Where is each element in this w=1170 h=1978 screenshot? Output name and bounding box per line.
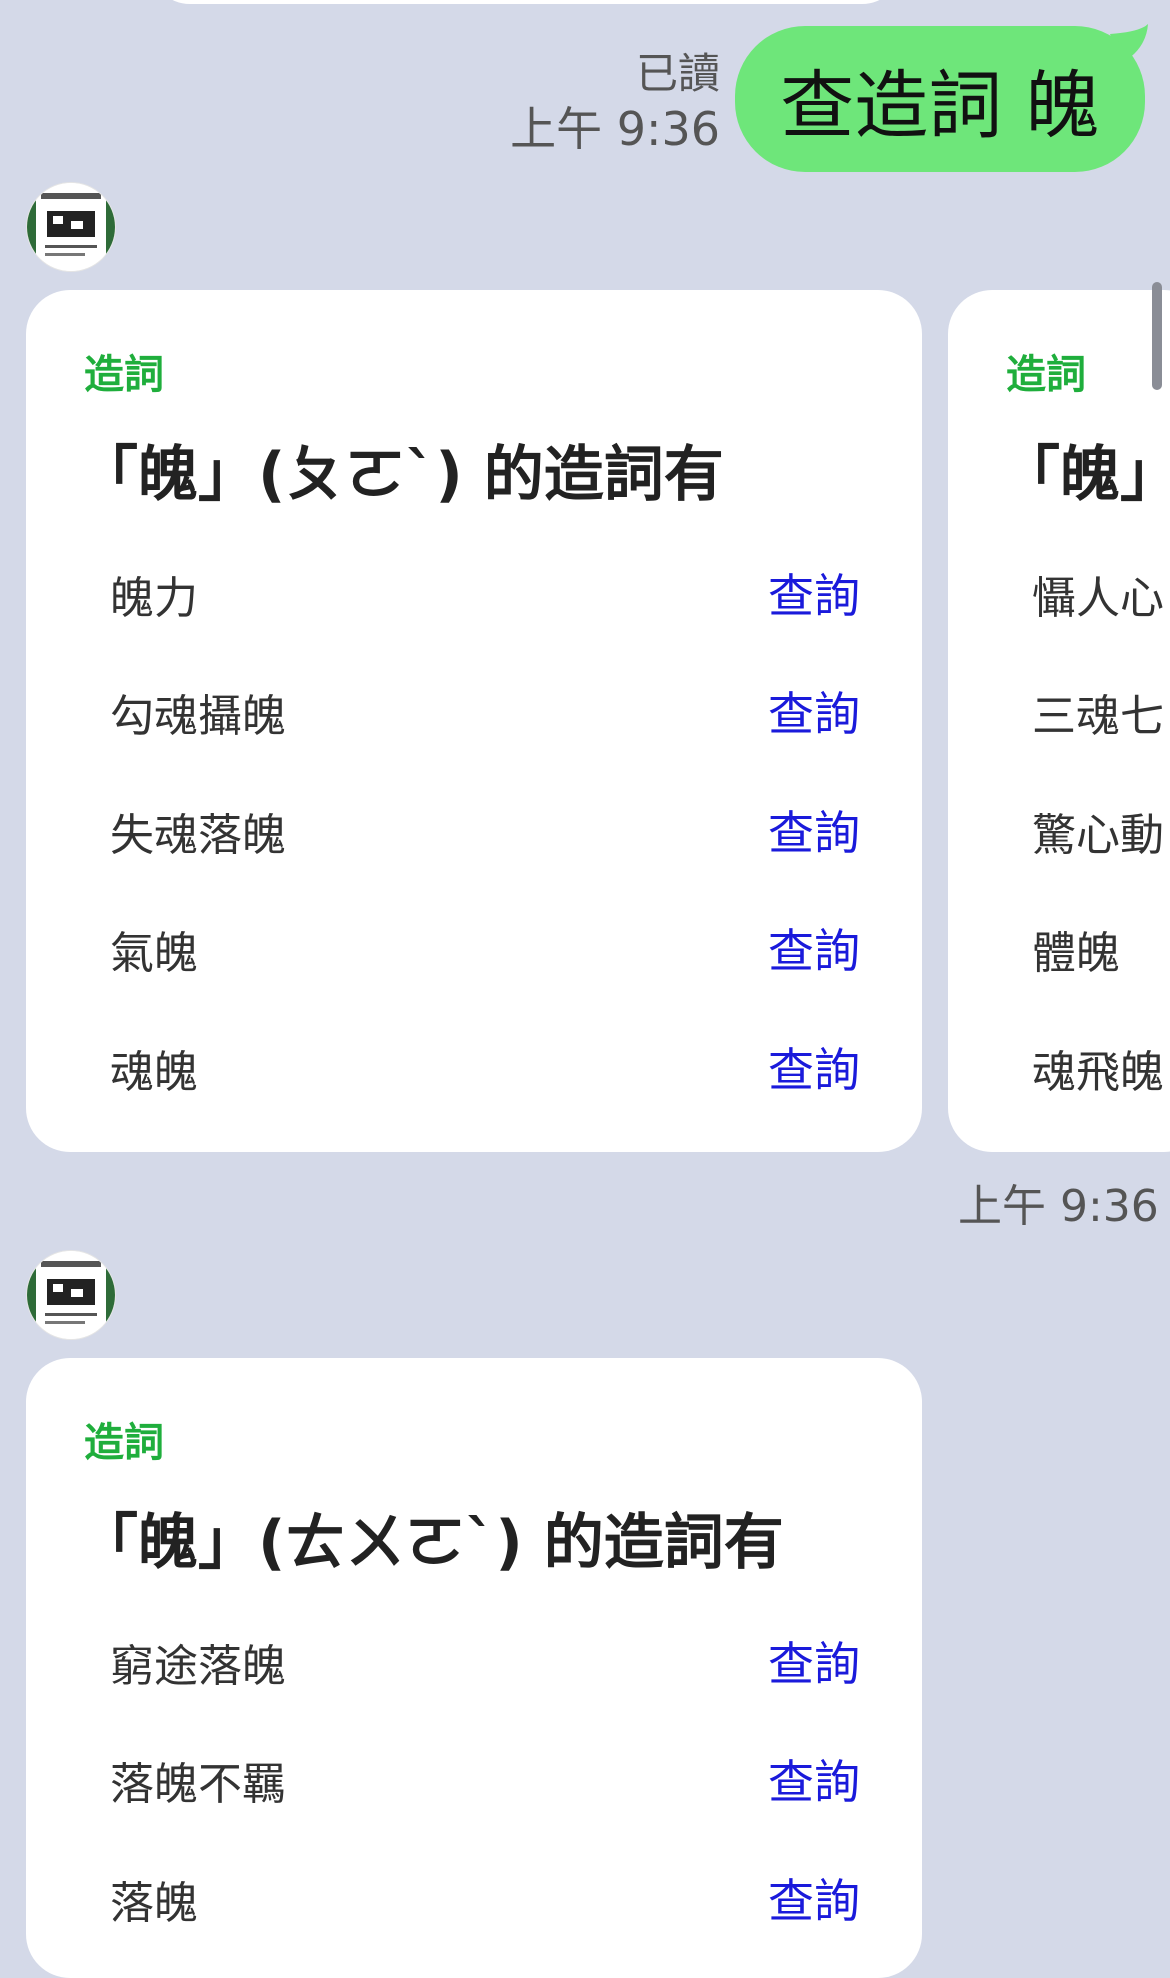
sent-message-meta: 已讀 上午 9:36	[510, 48, 720, 158]
message-time: 上午 9:36	[958, 1181, 1159, 1232]
query-link[interactable]: 查詢	[768, 915, 860, 981]
word-item: 失魂落魄	[110, 810, 286, 861]
word-item: 窮途落魄	[110, 1641, 286, 1692]
query-link[interactable]: 查詢	[768, 1865, 860, 1931]
previous-message-bubble	[150, 0, 902, 4]
word-card-2: 造詞 「魄」(ㄆ 懾人心 三魂七 驚心動 體魄 魂飛魄	[948, 290, 1170, 1152]
carousel-scrollbar[interactable]	[1152, 282, 1162, 390]
bot-avatar[interactable]	[26, 1250, 116, 1340]
sent-message-bubble[interactable]: 查造詞 魄	[735, 26, 1145, 172]
word-item: 勾魂攝魄	[110, 691, 286, 742]
word-item: 魄力	[110, 573, 198, 624]
query-link[interactable]: 查詢	[768, 1628, 860, 1694]
query-link[interactable]: 查詢	[768, 797, 860, 863]
query-link[interactable]: 查詢	[768, 678, 860, 744]
sent-message-text: 查造詞 魄	[780, 62, 1100, 149]
word-item: 落魄	[110, 1878, 198, 1929]
read-receipt: 已讀	[635, 49, 720, 98]
word-item: 落魄不羈	[110, 1759, 286, 1810]
word-card-3: 造詞 「魄」(ㄊㄨㄛˋ) 的造詞有 窮途落魄 查詢 落魄不羈 查詢 落魄 查詢	[26, 1358, 922, 1978]
query-link[interactable]: 查詢	[768, 560, 860, 626]
word-card-1: 造詞 「魄」(ㄆㄛˋ) 的造詞有 魄力 查詢 勾魂攝魄 查詢 失魂落魄 查詢 氣…	[26, 290, 922, 1152]
sent-time: 上午 9:36	[510, 102, 720, 156]
word-item: 魂飛魄	[1032, 1047, 1164, 1098]
word-item: 魂魄	[110, 1047, 198, 1098]
card-tag: 造詞	[84, 352, 164, 398]
word-item: 驚心動	[1032, 810, 1164, 861]
word-item: 氣魄	[110, 928, 198, 979]
word-item: 三魂七	[1032, 691, 1164, 742]
card-tag: 造詞	[84, 1420, 164, 1466]
card-tag: 造詞	[1006, 352, 1086, 398]
bot-avatar-icon	[27, 183, 115, 271]
bot-avatar[interactable]	[26, 182, 116, 272]
card-title: 「魄」(ㄆㄛˋ) 的造詞有	[78, 440, 724, 510]
word-item: 體魄	[1032, 928, 1120, 979]
card-title: 「魄」(ㄆ	[1000, 440, 1170, 510]
card-title: 「魄」(ㄊㄨㄛˋ) 的造詞有	[78, 1508, 784, 1578]
query-link[interactable]: 查詢	[768, 1034, 860, 1100]
query-link[interactable]: 查詢	[768, 1746, 860, 1812]
word-item: 懾人心	[1032, 573, 1164, 624]
bot-avatar-icon	[27, 1251, 115, 1339]
